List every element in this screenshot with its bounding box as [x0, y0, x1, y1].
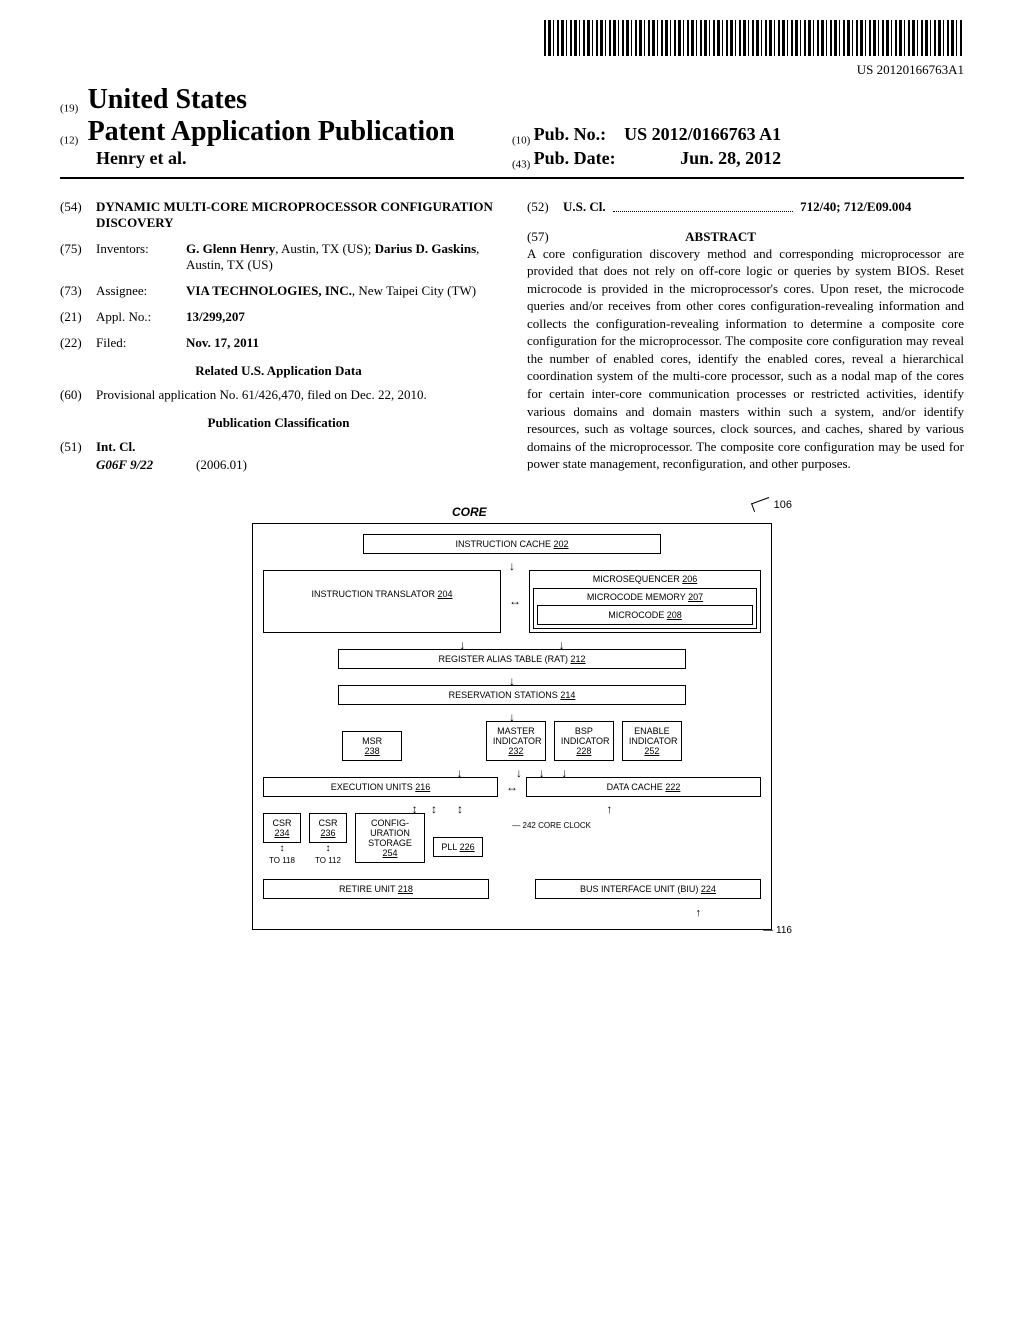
- code-51: (51): [60, 439, 96, 455]
- arrow-icon: ↔: [506, 780, 518, 794]
- core-diagram: CORE 106 INSTRUCTION CACHE 202 ↓ INSTRUC…: [252, 523, 772, 930]
- applno-label: Appl. No.:: [96, 309, 186, 325]
- assignee-label: Assignee:: [96, 283, 186, 299]
- related-data-title: Related U.S. Application Data: [60, 363, 497, 379]
- csr-234-box: CSR 234: [263, 813, 301, 843]
- rat-box: REGISTER ALIAS TABLE (RAT) 212: [338, 649, 687, 669]
- provisional-text: Provisional application No. 61/426,470, …: [96, 387, 497, 403]
- code-21: (21): [60, 309, 96, 325]
- barcode-area: US 20120166763A1: [60, 20, 964, 78]
- core-clock-label: — 242 CORE CLOCK: [512, 821, 591, 830]
- code-57: (57): [527, 229, 549, 244]
- left-column: (54) DYNAMIC MULTI-CORE MICROPROCESSOR C…: [60, 199, 497, 483]
- uscl-label: U.S. Cl.: [563, 199, 606, 214]
- microcode-memory-box: MICROCODE MEMORY 207 MICROCODE 208: [533, 588, 757, 629]
- code-60: (60): [60, 387, 96, 403]
- inventors-label: Inventors:: [96, 241, 186, 273]
- diagram-title: CORE: [452, 505, 487, 519]
- code-43: (43): [512, 159, 530, 171]
- filed-label: Filed:: [96, 335, 186, 351]
- diagram-outer-box: INSTRUCTION CACHE 202 ↓ INSTRUCTION TRAN…: [252, 523, 772, 930]
- filed-value: Nov. 17, 2011: [186, 335, 259, 350]
- pubno-value: US 2012/0166763 A1: [624, 124, 781, 144]
- diagram-ref-106: 106: [752, 499, 792, 511]
- abstract-text: A core configuration discovery method an…: [527, 245, 964, 473]
- diagram-ref-116: — 116: [763, 925, 792, 936]
- doc-type: Patent Application Publication: [88, 116, 455, 147]
- microsequencer-box: MICROSEQUENCER 206 MICROCODE MEMORY 207 …: [529, 570, 761, 633]
- biu-box: BUS INTERFACE UNIT (BIU) 224: [535, 879, 761, 899]
- patent-title: DYNAMIC MULTI-CORE MICROPROCESSOR CONFIG…: [96, 199, 497, 231]
- code-52: (52): [527, 199, 563, 215]
- pub-class-title: Publication Classification: [60, 415, 497, 431]
- diagram-area: CORE 106 INSTRUCTION CACHE 202 ↓ INSTRUC…: [60, 523, 964, 930]
- author-line: Henry et al.: [96, 148, 512, 169]
- abstract-label: ABSTRACT: [685, 229, 756, 244]
- barcode-graphic: [544, 20, 964, 56]
- pubdate-label: Pub. Date:: [534, 148, 616, 168]
- code-73: (73): [60, 283, 96, 299]
- applno-value: 13/299,207: [186, 309, 245, 324]
- patent-header: (19) United States (12) Patent Applicati…: [60, 84, 964, 171]
- dotted-leader: [613, 204, 793, 212]
- barcode-number: US 20120166763A1: [60, 62, 964, 78]
- instruction-cache-box: INSTRUCTION CACHE 202: [363, 534, 662, 554]
- uscl-value: 712/40; 712/E09.004: [800, 199, 911, 214]
- pubno-label: Pub. No.:: [534, 124, 607, 144]
- microcode-box: MICROCODE 208: [537, 605, 753, 625]
- arrow-icon: ↔: [509, 594, 521, 608]
- reservation-stations-box: RESERVATION STATIONS 214: [338, 685, 687, 705]
- enable-indicator-box: ENABLE INDICATOR 252: [622, 721, 682, 761]
- code-54: (54): [60, 199, 96, 231]
- pubdate-value: Jun. 28, 2012: [680, 148, 781, 168]
- bsp-indicator-box: BSP INDICATOR 228: [554, 721, 614, 761]
- code-12: (12): [60, 135, 78, 147]
- code-75: (75): [60, 241, 96, 273]
- intcl-date: (2006.01): [196, 457, 247, 473]
- code-10: (10): [512, 135, 530, 147]
- intcl-code: G06F 9/22: [96, 457, 196, 473]
- config-storage-box: CONFIG-URATION STORAGE 254: [355, 813, 425, 863]
- to-112-label: TO 112: [309, 856, 347, 865]
- header-rule: [60, 177, 964, 179]
- biblio-columns: (54) DYNAMIC MULTI-CORE MICROPROCESSOR C…: [60, 199, 964, 483]
- master-indicator-box: MASTER INDICATOR 232: [486, 721, 546, 761]
- country-name: United States: [88, 84, 247, 115]
- right-column: (52) U.S. Cl. 712/40; 712/E09.004 (57) A…: [527, 199, 964, 483]
- execution-units-box: EXECUTION UNITS 216: [263, 777, 498, 797]
- csr-236-box: CSR 236: [309, 813, 347, 843]
- retire-unit-box: RETIRE UNIT 218: [263, 879, 489, 899]
- instruction-translator-box: INSTRUCTION TRANSLATOR 204: [263, 570, 501, 633]
- msr-box: MSR 238: [342, 731, 402, 761]
- intcl-label: Int. Cl.: [96, 439, 135, 454]
- code-22: (22): [60, 335, 96, 351]
- arrow-icon: ↑: [263, 907, 761, 919]
- code-19: (19): [60, 103, 78, 115]
- to-118-label: TO 118: [263, 856, 301, 865]
- data-cache-box: DATA CACHE 222: [526, 777, 761, 797]
- pll-box: PLL 226: [433, 837, 483, 857]
